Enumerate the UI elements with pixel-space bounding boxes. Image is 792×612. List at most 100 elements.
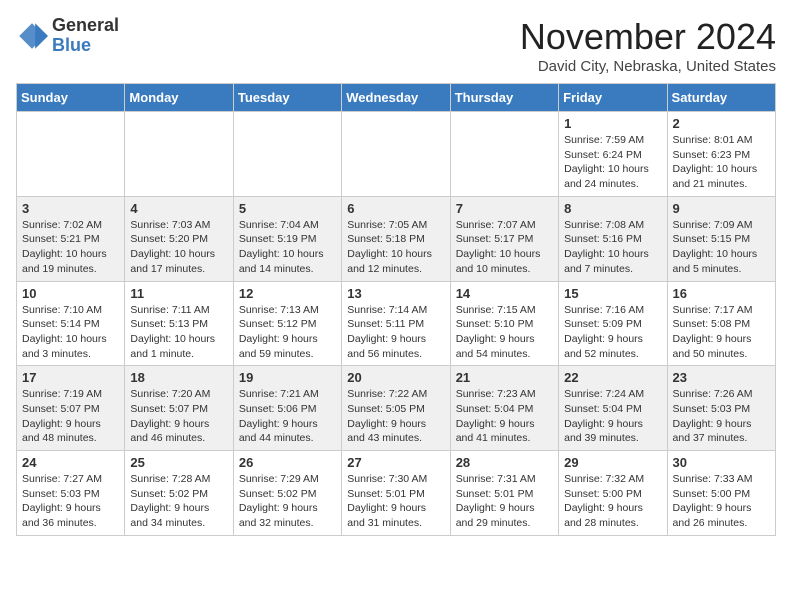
weekday-header: Monday xyxy=(125,84,233,112)
day-number: 12 xyxy=(239,286,336,301)
page-header: General Blue November 2024 David City, N… xyxy=(16,16,776,75)
location: David City, Nebraska, United States xyxy=(520,58,776,75)
calendar-cell: 22 Sunrise: 7:24 AM Sunset: 5:04 PM Dayli… xyxy=(559,366,667,451)
day-info: Sunrise: 7:14 AM Sunset: 5:11 PM Dayligh… xyxy=(347,303,444,362)
calendar-cell: 9 Sunrise: 7:09 AM Sunset: 5:15 PM Daylig… xyxy=(667,196,775,281)
calendar-cell: 20 Sunrise: 7:22 AM Sunset: 5:05 PM Dayli… xyxy=(342,366,450,451)
day-number: 17 xyxy=(22,370,119,385)
day-info: Sunrise: 7:30 AM Sunset: 5:01 PM Dayligh… xyxy=(347,472,444,531)
calendar-cell: 4Sunrise: 7:03 AM Sunset: 5:20 PM Daylig… xyxy=(125,196,233,281)
calendar-cell: 13 Sunrise: 7:14 AM Sunset: 5:11 PM Dayli… xyxy=(342,281,450,366)
day-info: Sunrise: 7:09 AM Sunset: 5:15 PM Dayligh… xyxy=(673,218,770,277)
day-number: 10 xyxy=(22,286,119,301)
calendar-cell: 3 Sunrise: 7:02 AM Sunset: 5:21 PM Daylig… xyxy=(17,196,125,281)
day-info: Sunrise: 7:19 AM Sunset: 5:07 PM Dayligh… xyxy=(22,387,119,446)
weekday-header: Saturday xyxy=(667,84,775,112)
calendar-cell: 29 Sunrise: 7:32 AM Sunset: 5:00 PM Dayli… xyxy=(559,451,667,536)
calendar-cell: 16 Sunrise: 7:17 AM Sunset: 5:08 PM Dayli… xyxy=(667,281,775,366)
day-number: 21 xyxy=(456,370,553,385)
day-number: 30 xyxy=(673,455,770,470)
calendar-cell: 8 Sunrise: 7:08 AM Sunset: 5:16 PM Daylig… xyxy=(559,196,667,281)
calendar-cell: 24Sunrise: 7:27 AM Sunset: 5:03 PM Dayli… xyxy=(17,451,125,536)
day-info: Sunrise: 7:13 AM Sunset: 5:12 PM Dayligh… xyxy=(239,303,336,362)
calendar-cell xyxy=(17,112,125,197)
day-info: Sunrise: 7:23 AM Sunset: 5:04 PM Dayligh… xyxy=(456,387,553,446)
calendar-cell: 12 Sunrise: 7:13 AM Sunset: 5:12 PM Dayli… xyxy=(233,281,341,366)
day-info: Sunrise: 7:59 AM Sunset: 6:24 PM Dayligh… xyxy=(564,133,661,192)
calendar-cell: 10 Sunrise: 7:10 AM Sunset: 5:14 PM Dayli… xyxy=(17,281,125,366)
day-number: 16 xyxy=(673,286,770,301)
weekday-header: Tuesday xyxy=(233,84,341,112)
day-info: Sunrise: 7:24 AM Sunset: 5:04 PM Dayligh… xyxy=(564,387,661,446)
logo: General Blue xyxy=(16,16,119,56)
day-info: Sunrise: 7:32 AM Sunset: 5:00 PM Dayligh… xyxy=(564,472,661,531)
day-info: Sunrise: 7:05 AM Sunset: 5:18 PM Dayligh… xyxy=(347,218,444,277)
day-number: 29 xyxy=(564,455,661,470)
calendar-cell: 1Sunrise: 7:59 AM Sunset: 6:24 PM Daylig… xyxy=(559,112,667,197)
day-number: 27 xyxy=(347,455,444,470)
day-number: 15 xyxy=(564,286,661,301)
calendar-week-row: 1Sunrise: 7:59 AM Sunset: 6:24 PM Daylig… xyxy=(17,112,776,197)
day-info: Sunrise: 7:15 AM Sunset: 5:10 PM Dayligh… xyxy=(456,303,553,362)
calendar-cell: 7Sunrise: 7:07 AM Sunset: 5:17 PM Daylig… xyxy=(450,196,558,281)
calendar-cell: 23Sunrise: 7:26 AM Sunset: 5:03 PM Dayli… xyxy=(667,366,775,451)
calendar-table: SundayMondayTuesdayWednesdayThursdayFrid… xyxy=(16,83,776,536)
calendar-cell: 19Sunrise: 7:21 AM Sunset: 5:06 PM Dayli… xyxy=(233,366,341,451)
day-info: Sunrise: 7:33 AM Sunset: 5:00 PM Dayligh… xyxy=(673,472,770,531)
calendar-cell xyxy=(233,112,341,197)
day-number: 11 xyxy=(130,286,227,301)
calendar-week-row: 24Sunrise: 7:27 AM Sunset: 5:03 PM Dayli… xyxy=(17,451,776,536)
day-number: 25 xyxy=(130,455,227,470)
day-info: Sunrise: 7:31 AM Sunset: 5:01 PM Dayligh… xyxy=(456,472,553,531)
day-number: 14 xyxy=(456,286,553,301)
weekday-header: Thursday xyxy=(450,84,558,112)
day-number: 22 xyxy=(564,370,661,385)
day-info: Sunrise: 7:27 AM Sunset: 5:03 PM Dayligh… xyxy=(22,472,119,531)
calendar-week-row: 17 Sunrise: 7:19 AM Sunset: 5:07 PM Dayli… xyxy=(17,366,776,451)
day-number: 19 xyxy=(239,370,336,385)
day-number: 6 xyxy=(347,201,444,216)
day-info: Sunrise: 7:08 AM Sunset: 5:16 PM Dayligh… xyxy=(564,218,661,277)
calendar-cell: 27 Sunrise: 7:30 AM Sunset: 5:01 PM Dayli… xyxy=(342,451,450,536)
calendar-cell: 11 Sunrise: 7:11 AM Sunset: 5:13 PM Dayli… xyxy=(125,281,233,366)
calendar-cell: 5 Sunrise: 7:04 AM Sunset: 5:19 PM Daylig… xyxy=(233,196,341,281)
calendar-cell: 30 Sunrise: 7:33 AM Sunset: 5:00 PM Dayli… xyxy=(667,451,775,536)
month-title: November 2024 xyxy=(520,16,776,58)
weekday-header: Wednesday xyxy=(342,84,450,112)
day-info: Sunrise: 7:22 AM Sunset: 5:05 PM Dayligh… xyxy=(347,387,444,446)
day-number: 8 xyxy=(564,201,661,216)
day-info: Sunrise: 7:29 AM Sunset: 5:02 PM Dayligh… xyxy=(239,472,336,531)
calendar-cell: 26 Sunrise: 7:29 AM Sunset: 5:02 PM Dayli… xyxy=(233,451,341,536)
day-number: 9 xyxy=(673,201,770,216)
day-number: 20 xyxy=(347,370,444,385)
calendar-cell: 18Sunrise: 7:20 AM Sunset: 5:07 PM Dayli… xyxy=(125,366,233,451)
day-info: Sunrise: 7:10 AM Sunset: 5:14 PM Dayligh… xyxy=(22,303,119,362)
day-info: Sunrise: 7:17 AM Sunset: 5:08 PM Dayligh… xyxy=(673,303,770,362)
day-info: Sunrise: 7:04 AM Sunset: 5:19 PM Dayligh… xyxy=(239,218,336,277)
day-number: 28 xyxy=(456,455,553,470)
day-number: 7 xyxy=(456,201,553,216)
weekday-header: Friday xyxy=(559,84,667,112)
day-number: 2 xyxy=(673,116,770,131)
day-info: Sunrise: 7:02 AM Sunset: 5:21 PM Dayligh… xyxy=(22,218,119,277)
day-number: 13 xyxy=(347,286,444,301)
day-number: 18 xyxy=(130,370,227,385)
calendar-header-row: SundayMondayTuesdayWednesdayThursdayFrid… xyxy=(17,84,776,112)
calendar-cell: 17 Sunrise: 7:19 AM Sunset: 5:07 PM Dayli… xyxy=(17,366,125,451)
calendar-cell: 6 Sunrise: 7:05 AM Sunset: 5:18 PM Daylig… xyxy=(342,196,450,281)
day-number: 3 xyxy=(22,201,119,216)
day-number: 4 xyxy=(130,201,227,216)
calendar-cell: 2 Sunrise: 8:01 AM Sunset: 6:23 PM Daylig… xyxy=(667,112,775,197)
day-number: 5 xyxy=(239,201,336,216)
day-info: Sunrise: 7:16 AM Sunset: 5:09 PM Dayligh… xyxy=(564,303,661,362)
day-info: Sunrise: 8:01 AM Sunset: 6:23 PM Dayligh… xyxy=(673,133,770,192)
calendar-cell xyxy=(342,112,450,197)
day-number: 23 xyxy=(673,370,770,385)
weekday-header: Sunday xyxy=(17,84,125,112)
day-info: Sunrise: 7:11 AM Sunset: 5:13 PM Dayligh… xyxy=(130,303,227,362)
calendar-cell xyxy=(450,112,558,197)
calendar-cell: 25Sunrise: 7:28 AM Sunset: 5:02 PM Dayli… xyxy=(125,451,233,536)
calendar-cell: 28 Sunrise: 7:31 AM Sunset: 5:01 PM Dayli… xyxy=(450,451,558,536)
day-number: 26 xyxy=(239,455,336,470)
title-block: November 2024 David City, Nebraska, Unit… xyxy=(520,16,776,75)
